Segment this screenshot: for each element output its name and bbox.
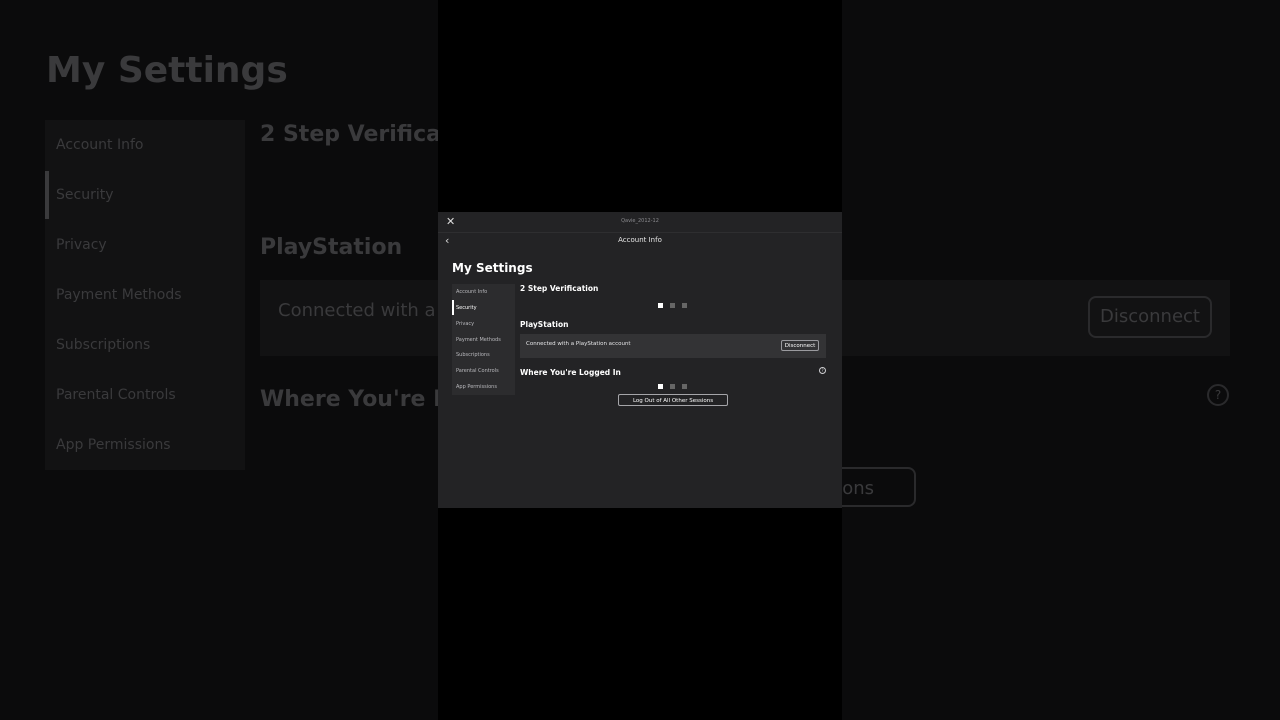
loading-dot <box>658 384 663 389</box>
help-icon[interactable]: ? <box>819 367 826 374</box>
sidebar-item-payment-methods[interactable]: Payment Methods <box>456 337 501 343</box>
playstation-title: PlayStation <box>520 320 569 329</box>
loading-dot <box>658 303 663 308</box>
bg-sidebar-item: Payment Methods <box>56 287 182 303</box>
settings-window: ✕ Qavie_2012-12 ‹ Account Info My Settin… <box>438 212 842 508</box>
sidebar-item-security[interactable]: Security <box>456 305 477 311</box>
bg-page-title: My Settings <box>46 50 288 91</box>
loading-dot <box>682 303 687 308</box>
bg-two-step-title: 2 Step Verificati <box>260 122 460 147</box>
sidebar: Account Info Security Privacy Payment Me… <box>452 284 515 395</box>
logged-in-title: Where You're Logged In <box>520 368 621 377</box>
nav-bar: ‹ Account Info <box>438 233 842 251</box>
window-titlebar: ✕ Qavie_2012-12 <box>438 212 842 233</box>
disconnect-button[interactable]: Disconnect <box>781 340 819 351</box>
playstation-card: Connected with a PlayStation account Dis… <box>520 334 826 358</box>
bg-sidebar-item: Account Info <box>56 137 144 153</box>
sidebar-item-app-permissions[interactable]: App Permissions <box>456 384 497 390</box>
bg-sidebar-item: App Permissions <box>56 437 171 453</box>
sidebar-item-privacy[interactable]: Privacy <box>456 321 474 327</box>
sidebar-active-indicator <box>452 300 454 315</box>
bg-sidebar-item: Subscriptions <box>56 337 151 353</box>
bg-sidebar-item: Parental Controls <box>56 387 176 403</box>
window-name: Qavie_2012-12 <box>621 218 659 224</box>
loading-dot <box>670 384 675 389</box>
nav-title: Account Info <box>618 236 662 244</box>
bg-logged-in-title: Where You're Lo <box>260 387 463 412</box>
page-title: My Settings <box>452 261 533 275</box>
bg-sidebar-active-bar <box>45 171 49 219</box>
sidebar-item-account-info[interactable]: Account Info <box>456 289 487 295</box>
sidebar-item-parental-controls[interactable]: Parental Controls <box>456 368 499 374</box>
bg-sidebar-item: Privacy <box>56 237 107 253</box>
bg-sidebar: Account Info Security Privacy Payment Me… <box>45 120 245 470</box>
bg-playstation-title: PlayStation <box>260 235 403 260</box>
playstation-status: Connected with a PlayStation account <box>526 341 631 347</box>
bg-help-icon: ? <box>1207 384 1229 406</box>
two-step-title: 2 Step Verification <box>520 284 599 293</box>
loading-dot <box>682 384 687 389</box>
loading-dot <box>670 303 675 308</box>
bg-disconnect-button: Disconnect <box>1088 296 1212 338</box>
sidebar-item-subscriptions[interactable]: Subscriptions <box>456 352 490 358</box>
bg-sidebar-item: Security <box>56 187 114 203</box>
bg-connected-text: Connected with a <box>278 300 436 321</box>
logout-all-sessions-button[interactable]: Log Out of All Other Sessions <box>618 394 728 406</box>
